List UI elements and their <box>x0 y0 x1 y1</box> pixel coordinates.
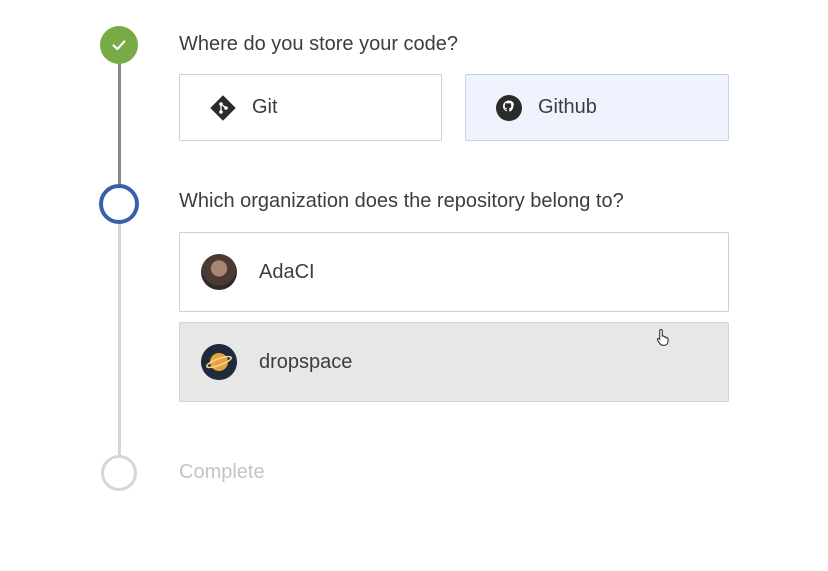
setup-wizard: Where do you store your code? Git Github <box>0 0 828 571</box>
git-option-button[interactable]: Git <box>179 74 442 141</box>
step-3-label: Complete <box>179 461 265 483</box>
github-option-button[interactable]: Github <box>465 74 729 141</box>
org-option-adaci[interactable]: AdaCI <box>179 232 729 312</box>
git-option-label: Git <box>252 96 278 118</box>
step-2-active-indicator <box>99 184 139 224</box>
step-3-pending-indicator <box>101 455 137 491</box>
step-2-question: Which organization does the repository b… <box>179 190 624 212</box>
step-1-done-indicator <box>100 26 138 64</box>
git-icon <box>208 93 238 123</box>
org-option-dropspace-label: dropspace <box>259 350 353 373</box>
checkmark-icon <box>112 40 126 51</box>
step-1-question: Where do you store your code? <box>179 33 459 55</box>
timeline-line-completed <box>118 60 121 186</box>
github-option-label: Github <box>538 96 597 118</box>
hand-cursor-icon <box>656 328 669 346</box>
org-option-dropspace[interactable]: dropspace <box>179 322 729 402</box>
dropspace-avatar <box>201 344 237 380</box>
adaci-avatar <box>201 254 237 290</box>
timeline-line-pending <box>118 222 121 456</box>
github-icon <box>494 93 524 123</box>
org-option-adaci-label: AdaCI <box>259 260 315 283</box>
